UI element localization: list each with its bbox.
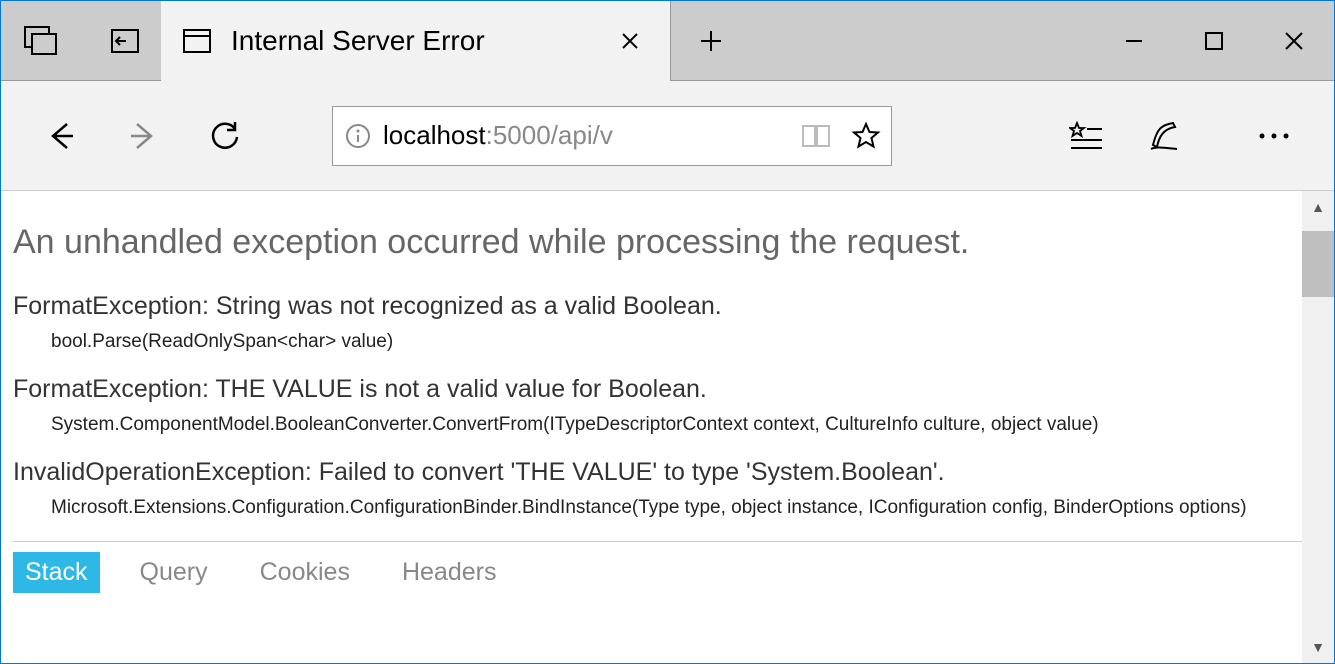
browser-tab[interactable]: Internal Server Error <box>161 1 671 81</box>
tab-close-button[interactable] <box>610 31 650 51</box>
address-rest: :5000/api/v <box>486 120 613 150</box>
toolbar: localhost:5000/api/v <box>1 81 1334 191</box>
exception-heading: FormatException: String was not recogniz… <box>13 292 1304 321</box>
favorite-star-icon[interactable] <box>841 121 891 151</box>
page-title: An unhandled exception occurred while pr… <box>13 223 1304 262</box>
exception-trace: Microsoft.Extensions.Configuration.Confi… <box>13 497 1304 519</box>
tab-stack[interactable]: Stack <box>13 552 100 593</box>
page-content: An unhandled exception occurred while pr… <box>1 191 1334 663</box>
favorites-list-icon[interactable] <box>1051 121 1121 151</box>
exception-trace: System.ComponentModel.BooleanConverter.C… <box>13 414 1304 436</box>
toolbar-right <box>1043 119 1309 153</box>
divider <box>13 541 1304 542</box>
exception-block: FormatException: String was not recogniz… <box>13 292 1304 353</box>
scroll-up-arrow[interactable]: ▲ <box>1302 191 1334 223</box>
site-info-icon[interactable] <box>333 123 383 149</box>
exception-trace: bool.Parse(ReadOnlySpan<char> value) <box>13 331 1304 353</box>
more-menu-icon[interactable] <box>1239 131 1309 141</box>
scroll-thumb[interactable] <box>1302 231 1334 297</box>
titlebar-left <box>1 1 161 80</box>
scroll-down-arrow[interactable]: ▼ <box>1302 631 1334 663</box>
web-notes-icon[interactable] <box>1129 119 1199 153</box>
new-tab-button[interactable] <box>671 1 751 80</box>
tab-title: Internal Server Error <box>231 25 610 57</box>
scrollbar[interactable]: ▲ ▼ <box>1302 191 1334 663</box>
page-icon <box>181 25 213 57</box>
diagnostic-tabs: Stack Query Cookies Headers <box>13 552 1304 593</box>
close-window-button[interactable] <box>1254 1 1334 81</box>
maximize-button[interactable] <box>1174 1 1254 81</box>
address-bar[interactable]: localhost:5000/api/v <box>332 106 892 166</box>
reading-view-icon[interactable] <box>791 123 841 149</box>
tab-aside-button[interactable] <box>1 1 81 81</box>
titlebar: Internal Server Error <box>1 1 1334 81</box>
titlebar-spacer <box>751 1 1094 80</box>
window-controls <box>1094 1 1334 80</box>
set-tabs-aside-button[interactable] <box>81 1 161 81</box>
forward-button[interactable] <box>108 101 178 171</box>
tab-headers[interactable]: Headers <box>390 552 509 593</box>
tab-cookies[interactable]: Cookies <box>248 552 362 593</box>
address-host: localhost <box>383 120 486 150</box>
exception-block: FormatException: THE VALUE is not a vali… <box>13 375 1304 436</box>
tab-query[interactable]: Query <box>128 552 220 593</box>
back-button[interactable] <box>26 101 96 171</box>
refresh-button[interactable] <box>190 101 260 171</box>
minimize-button[interactable] <box>1094 1 1174 81</box>
exception-heading: InvalidOperationException: Failed to con… <box>13 458 1304 487</box>
exception-heading: FormatException: THE VALUE is not a vali… <box>13 375 1304 404</box>
exception-block: InvalidOperationException: Failed to con… <box>13 458 1304 519</box>
address-text: localhost:5000/api/v <box>383 120 791 151</box>
